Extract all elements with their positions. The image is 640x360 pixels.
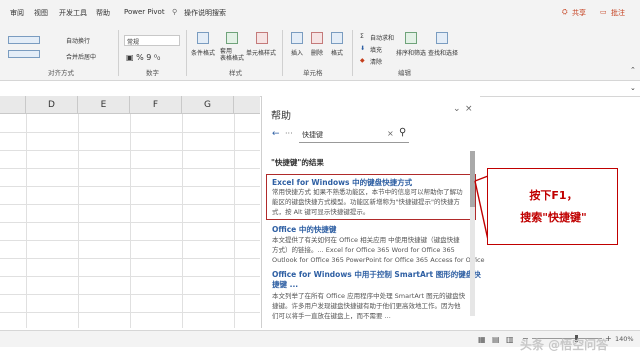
annotation-line: 按下F1， [529, 189, 578, 202]
watermark: 头条 @悟空问答 [520, 338, 609, 352]
annotation-callout: 按下F1， 搜索"快捷键" [487, 168, 618, 245]
annotation-line: 搜索"快捷键" [520, 211, 587, 224]
